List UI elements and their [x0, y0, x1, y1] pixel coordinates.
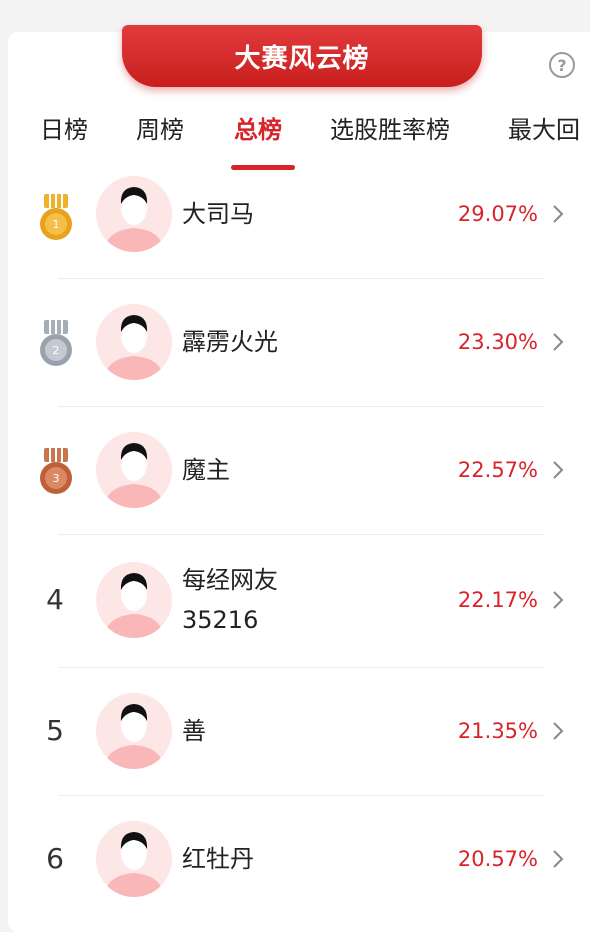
chevron-right-icon[interactable] — [550, 711, 566, 751]
rank-number: 5 — [46, 714, 64, 747]
avatar — [96, 562, 172, 638]
rank-number: 6 — [46, 842, 64, 875]
return-percentage: 20.57% — [457, 847, 538, 871]
avatar — [96, 304, 172, 380]
chevron-right-icon[interactable] — [550, 322, 566, 362]
bronze-medal-icon: 3 — [40, 448, 72, 494]
page-title: 大赛风云榜 — [234, 43, 370, 74]
tab-overall[interactable]: 总榜 — [234, 112, 282, 148]
avatar — [96, 176, 172, 252]
avatar — [96, 432, 172, 508]
tab-weekly[interactable]: 周榜 — [136, 112, 184, 148]
chevron-right-icon[interactable] — [550, 839, 566, 879]
avatar — [96, 693, 172, 769]
tab-max-drawdown[interactable]: 最大回 — [508, 112, 580, 148]
default-avatar-icon — [104, 187, 164, 252]
medal-rank: 3 — [53, 472, 60, 485]
default-avatar-icon — [104, 704, 164, 769]
default-avatar-icon — [104, 443, 164, 508]
player-name: 善 — [182, 717, 206, 745]
default-avatar-icon — [104, 832, 164, 897]
player-name: 每经网友 35216 — [182, 566, 278, 634]
chevron-right-icon[interactable] — [550, 450, 566, 490]
tab-daily[interactable]: 日榜 — [40, 112, 88, 148]
return-percentage: 22.57% — [457, 458, 538, 482]
return-percentage: 21.35% — [457, 719, 538, 743]
return-percentage: 29.07% — [457, 202, 538, 226]
return-percentage: 23.30% — [457, 330, 538, 354]
leaderboard-row[interactable]: 1 大司马 29.07% — [0, 150, 590, 278]
player-name: 红牡丹 — [182, 845, 254, 873]
rank-number: 4 — [46, 583, 64, 616]
medal-rank: 1 — [53, 218, 60, 231]
default-avatar-icon — [104, 315, 164, 380]
medal-rank: 2 — [53, 344, 60, 357]
leaderboard-row[interactable]: 6 红牡丹 20.57% — [0, 795, 590, 923]
tab-win-rate[interactable]: 选股胜率榜 — [330, 112, 450, 148]
return-percentage: 22.17% — [457, 588, 538, 612]
chevron-right-icon[interactable] — [550, 194, 566, 234]
default-avatar-icon — [104, 573, 164, 638]
leaderboard-row[interactable]: 3 魔主 22.57% — [0, 406, 590, 534]
gold-medal-icon: 1 — [40, 194, 72, 240]
silver-medal-icon: 2 — [40, 320, 72, 366]
chevron-right-icon[interactable] — [550, 580, 566, 620]
leaderboard-row[interactable]: 4 每经网友 35216 22.17% — [0, 534, 590, 668]
leaderboard-banner: 大赛风云榜 — [122, 25, 482, 87]
leaderboard-row[interactable]: 2 霹雳火光 23.30% — [0, 278, 590, 406]
avatar — [96, 821, 172, 897]
player-name: 魔主 — [182, 456, 230, 484]
leaderboard-row[interactable]: 5 善 21.35% — [0, 667, 590, 795]
help-icon[interactable]: ? — [549, 52, 575, 78]
player-name: 霹雳火光 — [182, 328, 278, 356]
player-name: 大司马 — [182, 200, 254, 228]
